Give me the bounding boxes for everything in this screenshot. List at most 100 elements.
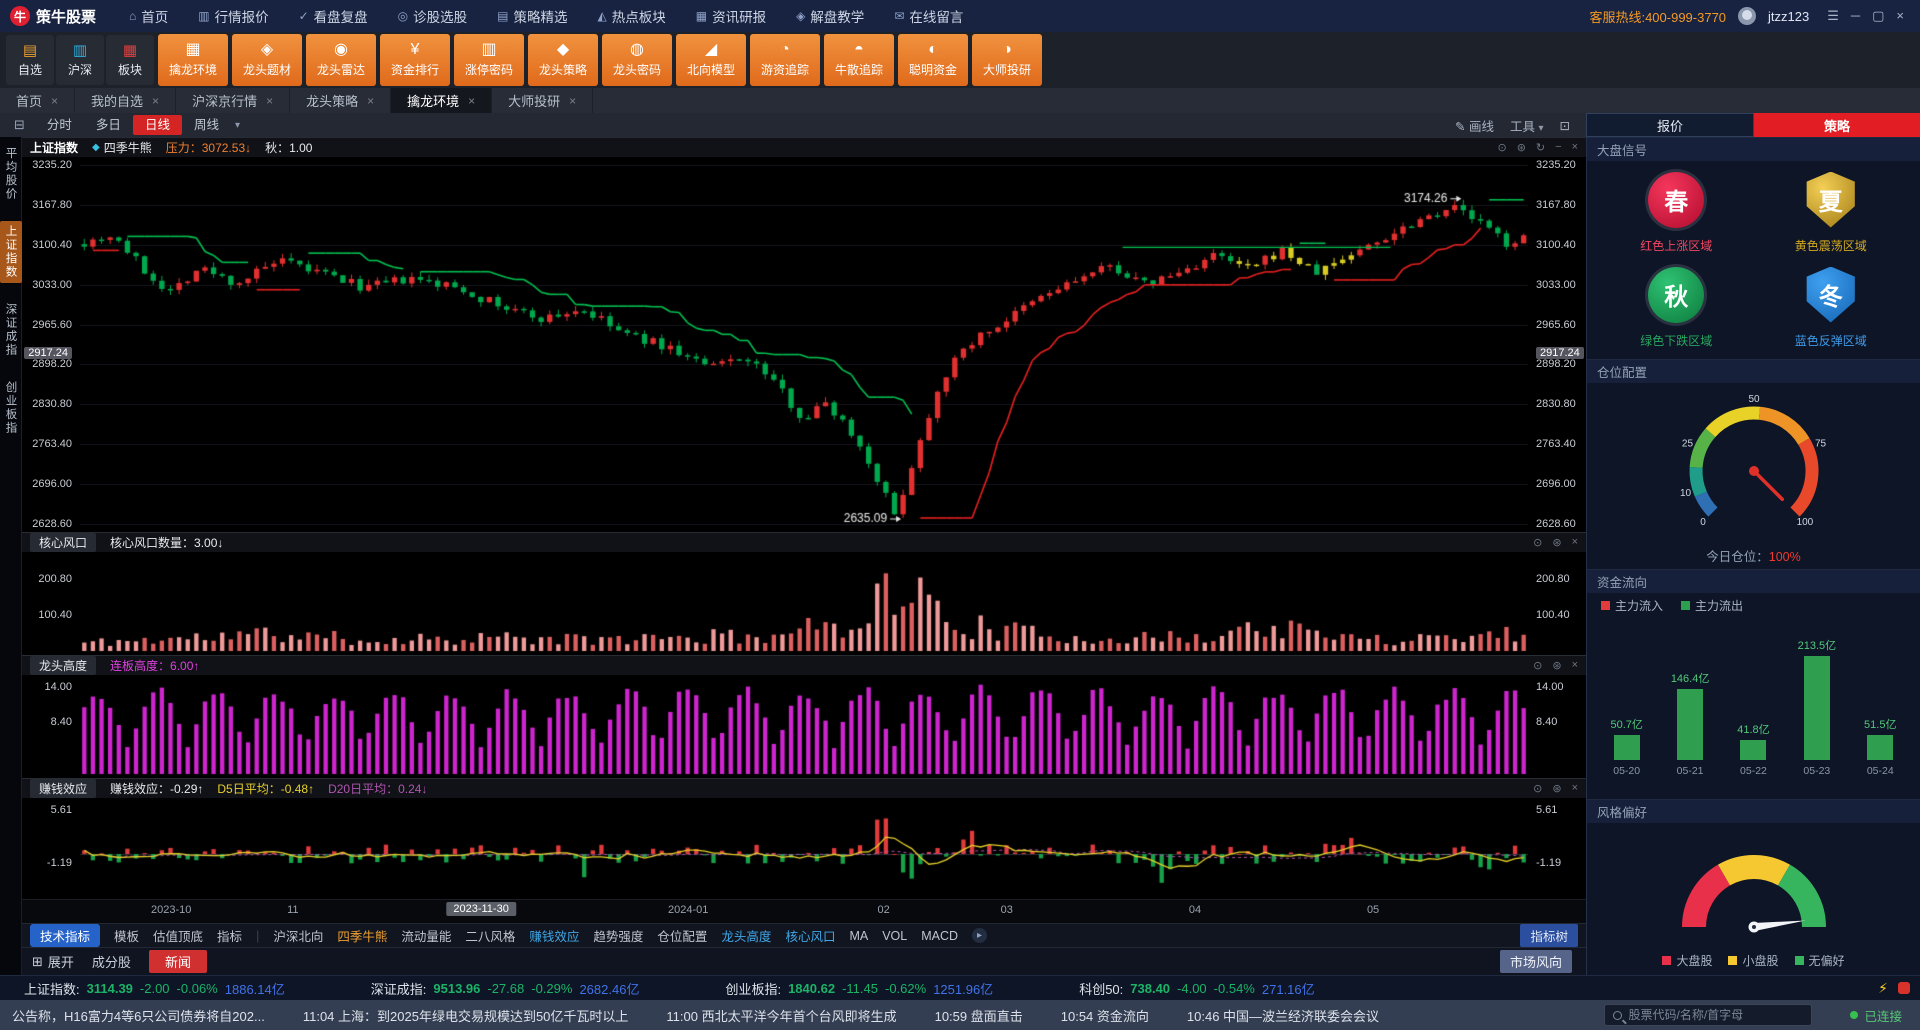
close-tab-icon[interactable]: × [152,94,159,108]
tab-quote[interactable]: 报价 [1586,113,1754,137]
toolbar-leader-theme-button[interactable]: ◈龙头题材 [232,34,302,86]
toolbar-master-research-button[interactable]: ◑大师投研 [972,34,1042,86]
username[interactable]: jtzz123 [1768,9,1809,24]
menu-item-review[interactable]: ✓看盘复盘 [284,0,383,32]
news-item[interactable]: 10:59 盘面直击 [935,1006,1023,1025]
indicator-仓位配置[interactable]: 仓位配置 [657,926,707,945]
toolbar-sector-button[interactable]: ▦板块 [106,35,154,85]
main-candlestick-chart[interactable] [22,157,1586,532]
indicator-二八风格[interactable]: 二八风格 [465,926,515,945]
fullscreen-icon[interactable]: ⊡ [1560,118,1570,133]
news-item[interactable]: 11:04 上海：到2025年绿电交易规模达到50亿千瓦时以上 [303,1006,629,1025]
indicator-龙头高度[interactable]: 龙头高度 [721,926,771,945]
settings-icon[interactable]: ⊛ [1552,536,1561,549]
indicator-四季牛熊[interactable]: 四季牛熊 [337,926,387,945]
close-tab-icon[interactable]: × [266,94,273,108]
news-item[interactable]: 10:46 中国—波兰经济联委会会议 [1187,1006,1379,1025]
refresh-icon[interactable]: ↻ [1536,141,1545,154]
index-quote[interactable]: 上证指数:3114.39-2.00-0.06%1886.14亿 [24,979,285,998]
menu-item-hot-sector[interactable]: ◭热点板块 [583,0,681,32]
doc-tab-大师投研[interactable]: 大师投研× [492,88,593,113]
indicator-趋势强度[interactable]: 趋势强度 [593,926,643,945]
menu-item-teaching[interactable]: ◈解盘教学 [781,0,879,32]
core-wind-title[interactable]: 核心风口 [30,533,96,552]
leader-height-bar-chart[interactable] [22,675,1586,778]
period-分时[interactable]: 分时 [35,115,84,135]
toolbar-leader-strategy-button[interactable]: ◆龙头策略 [528,34,598,86]
settings-icon[interactable]: ⊛ [1552,659,1561,672]
tools-button[interactable]: 工具 ▾ [1510,116,1544,135]
indicator-tree-button[interactable]: 指标树 [1520,924,1578,947]
indicator-MACD[interactable]: MACD [921,929,958,943]
indicator-MA[interactable]: MA [849,929,868,943]
signal-badge-cell[interactable]: 冬蓝色反弹区域 [1795,267,1867,349]
maximize-icon[interactable]: ▢ [1866,8,1890,23]
settings-icon[interactable]: ⊛ [1517,141,1526,154]
index-quote[interactable]: 深证成指:9513.96-27.68-0.29%2682.46亿 [371,979,640,998]
strip-深证成指[interactable]: 深证成指 [0,299,22,361]
menu-item-stock-pick[interactable]: ◎诊股选股 [383,0,482,32]
minimize-icon[interactable]: ─ [1845,8,1866,23]
toolbar-fund-rank-button[interactable]: ¥资金排行 [380,34,450,86]
toolbar-northbound-model-button[interactable]: ◢北向模型 [676,34,746,86]
period-dropdown-icon[interactable]: ▾ [235,120,240,131]
doc-tab-龙头策略[interactable]: 龙头策略× [290,88,391,113]
index-quote[interactable]: 科创50:738.40-4.00-0.54%271.16亿 [1079,979,1314,998]
indicator-赚钱效应[interactable]: 赚钱效应 [529,926,579,945]
constituents-tab[interactable]: 成分股 [92,952,131,971]
news-item[interactable]: 公告称，H16富力4等6只公司债券将自202... [12,1006,265,1025]
more-indicators-icon[interactable]: ▸ [972,928,987,943]
close-panel-icon[interactable]: × [1572,536,1578,549]
menu-item-message[interactable]: ✉在线留言 [879,0,978,32]
menu-item-home[interactable]: ⌂首页 [114,0,183,32]
indicator-核心风口[interactable]: 核心风口 [785,926,835,945]
strip-创业板指[interactable]: 创业板指 [0,377,22,439]
moneyflow-bar[interactable]: 146.4亿05-21 [1664,670,1716,777]
period-多日[interactable]: 多日 [84,115,133,135]
indicator-VOL[interactable]: VOL [882,929,907,943]
moneyflow-bar[interactable]: 41.8亿05-22 [1727,721,1779,777]
indicator-模板[interactable]: 模板 [114,926,139,945]
moneyflow-bar[interactable]: 51.5亿05-24 [1854,716,1906,777]
menu-icon[interactable]: ☰ [1821,8,1845,23]
profit-effect-bar-chart[interactable] [22,798,1586,899]
close-panel-icon[interactable]: × [1572,141,1578,154]
stock-search-box[interactable] [1604,1004,1812,1026]
toolbar-big-trader-track-button[interactable]: ◓牛散追踪 [824,34,894,86]
collapse-icon[interactable]: − [1555,141,1561,154]
leader-height-title[interactable]: 龙头高度 [30,656,96,675]
close-tab-icon[interactable]: × [468,94,475,108]
indicator-指标[interactable]: 指标 [217,926,242,945]
period-周线[interactable]: 周线 [182,115,231,135]
profit-effect-title[interactable]: 赚钱效应 [30,779,96,798]
close-tab-icon[interactable]: × [569,94,576,108]
signal-badge-cell[interactable]: 秋绿色下跌区域 [1640,267,1712,349]
doc-tab-首页[interactable]: 首页× [0,88,75,113]
toolbar-watchlist-button[interactable]: ▤自选 [6,35,54,85]
strip-平均股价[interactable]: 平均股价 [0,143,22,205]
settings-shortcut-icon[interactable] [1898,982,1910,994]
toolbar-leader-radar-button[interactable]: ◉龙头雷达 [306,34,376,86]
signal-badge-cell[interactable]: 春红色上涨区域 [1640,172,1712,254]
indicator-沪深北向[interactable]: 沪深北向 [273,926,323,945]
news-item[interactable]: 11:00 西北太平洋今年首个台风即将生成 [666,1006,896,1025]
settings-icon[interactable]: ⊛ [1552,782,1561,795]
strip-上证指数[interactable]: 上证指数 [0,221,22,283]
target-icon[interactable]: ⊙ [1497,141,1506,154]
close-panel-icon[interactable]: × [1572,659,1578,672]
close-panel-icon[interactable]: × [1572,782,1578,795]
target-icon[interactable]: ⊙ [1533,659,1542,672]
doc-tab-沪深京行情[interactable]: 沪深京行情× [176,88,290,113]
market-wind-button[interactable]: 市场风向 [1500,950,1572,973]
indicator-估值顶底[interactable]: 估值顶底 [153,926,203,945]
layout-icon[interactable]: ⊟ [8,117,31,133]
close-tab-icon[interactable]: × [51,94,58,108]
signal-badge-cell[interactable]: 夏黄色震荡区域 [1795,172,1867,254]
toolbar-hot-money-track-button[interactable]: ◔游资追踪 [750,34,820,86]
toolbar-qinlong-env-button[interactable]: ▦擒龙环境 [158,34,228,86]
moneyflow-bar[interactable]: 50.7亿05-20 [1601,716,1653,777]
expand-button[interactable]: ⊞展开 [32,952,74,971]
moneyflow-bar[interactable]: 213.5亿05-23 [1791,637,1843,777]
toolbar-leader-code-button[interactable]: ◍龙头密码 [602,34,672,86]
tab-strategy[interactable]: 策略 [1754,113,1920,137]
